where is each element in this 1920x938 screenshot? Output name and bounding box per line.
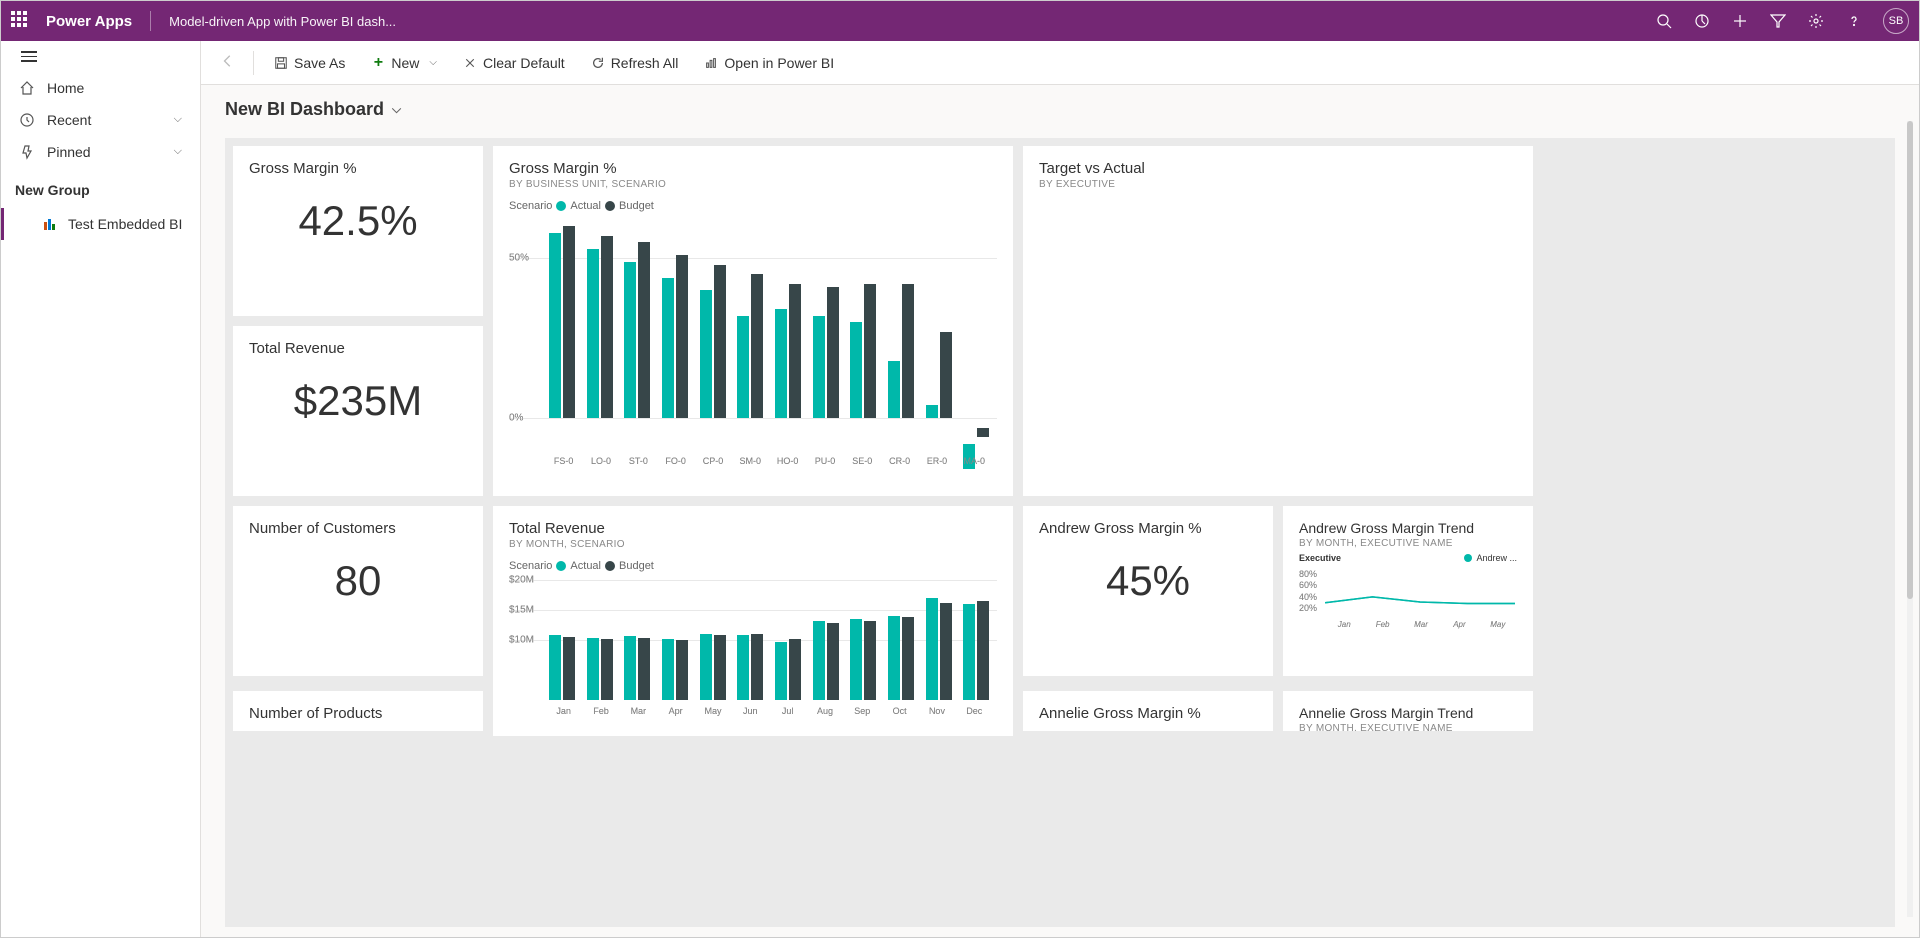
card-andrew-gross-margin[interactable]: Andrew Gross Margin % 45% [1023, 506, 1273, 676]
card-title: Total Revenue [249, 340, 467, 357]
grouped-bar-chart: 0%50%FS-0LO-0ST-0FO-0CP-0SM-0HO-0PU-0SE-… [509, 220, 997, 480]
close-icon [463, 56, 477, 70]
card-gross-margin[interactable]: Gross Margin % 42.5% [233, 146, 483, 316]
open-powerbi-button[interactable]: Open in Power BI [694, 49, 844, 77]
chart-legend: Scenario Actual Budget [509, 200, 997, 212]
app-launcher-icon[interactable] [11, 11, 31, 31]
card-title: Gross Margin % [249, 160, 467, 177]
kpi-value: 42.5% [249, 177, 467, 255]
assistant-icon[interactable] [1693, 12, 1711, 30]
search-icon[interactable] [1655, 12, 1673, 30]
sidebar-item-label: Recent [47, 112, 91, 128]
back-button[interactable] [213, 50, 243, 75]
sidebar-item-home[interactable]: Home [1, 72, 200, 104]
add-icon[interactable] [1731, 12, 1749, 30]
card-andrew-trend[interactable]: Andrew Gross Margin Trend BY MONTH, EXEC… [1283, 506, 1533, 676]
kpi-value: 45% [1039, 537, 1257, 615]
chevron-down-icon: ⌵ [429, 57, 437, 68]
card-subtitle: BY EXECUTIVE [1039, 179, 1517, 190]
sidebar-item-label: Test Embedded BI [68, 216, 182, 232]
line-chart: 80%60%40%20%JanFebMarAprMay80%60%40%20%J… [1299, 569, 1517, 629]
card-title: Number of Customers [249, 520, 467, 537]
card-number-of-customers[interactable]: Number of Customers 80 [233, 506, 483, 676]
chart-legend: Executive Andrew ... [1299, 553, 1517, 563]
card-gross-margin-chart[interactable]: Gross Margin % BY BUSINESS UNIT, SCENARI… [493, 146, 1013, 496]
chart-legend: Scenario Actual Budget [509, 560, 997, 572]
dashboard-icon [42, 216, 58, 232]
clear-default-button[interactable]: Clear Default [453, 49, 575, 77]
plus-icon: + [371, 56, 385, 70]
save-icon [274, 56, 288, 70]
card-subtitle: BY BUSINESS UNIT, SCENARIO [509, 179, 997, 190]
main-content: Save As + New ⌵ Clear Default Refresh Al… [201, 41, 1919, 937]
card-target-vs-actual[interactable]: Target vs Actual BY EXECUTIVE [1023, 146, 1533, 496]
sidebar-group-header: New Group [1, 168, 200, 208]
sidebar-toggle[interactable] [1, 41, 200, 72]
dashboard-canvas: Gross Margin % 42.5% Total Revenue $235M… [225, 138, 1895, 927]
card-title: Total Revenue [509, 520, 997, 537]
card-title: Annelie Gross Margin Trend [1299, 705, 1517, 721]
new-button[interactable]: + New ⌵ [361, 49, 447, 77]
card-total-revenue-chart[interactable]: Total Revenue BY MONTH, SCENARIO Scenari… [493, 506, 1013, 736]
card-title: Andrew Gross Margin % [1039, 520, 1257, 537]
app-name-label: Model-driven App with Power BI dash... [169, 14, 396, 29]
help-icon[interactable] [1845, 12, 1863, 30]
grouped-bar-chart: $10M$15M$20MJanFebMarAprMayJunJulAugSepO… [509, 580, 997, 730]
card-subtitle: BY MONTH, EXECUTIVE NAME [1299, 723, 1517, 731]
chevron-down-icon: ⌵ [174, 145, 182, 158]
sidebar-item-test-embedded-bi[interactable]: Test Embedded BI [1, 208, 200, 240]
kpi-value: $235M [249, 357, 467, 435]
settings-icon[interactable] [1807, 12, 1825, 30]
page-title[interactable]: New BI Dashboard ⌵ [201, 85, 1919, 128]
powerbi-icon [704, 56, 718, 70]
card-title: Target vs Actual [1039, 160, 1517, 177]
header-divider [150, 11, 151, 31]
refresh-all-button[interactable]: Refresh All [581, 49, 689, 77]
card-subtitle: BY MONTH, EXECUTIVE NAME [1299, 538, 1517, 549]
card-number-of-products[interactable]: Number of Products [233, 691, 483, 731]
command-bar: Save As + New ⌵ Clear Default Refresh Al… [201, 41, 1919, 85]
brand-label: Power Apps [46, 13, 132, 30]
card-annelie-gross-margin[interactable]: Annelie Gross Margin % [1023, 691, 1273, 731]
legend-swatch-actual [556, 201, 566, 211]
sidebar-item-recent[interactable]: Recent ⌵ [1, 104, 200, 136]
card-total-revenue[interactable]: Total Revenue $235M [233, 326, 483, 496]
kpi-value: 80 [249, 537, 467, 615]
sidebar: Home Recent ⌵ Pinned ⌵ New Group Test Em… [1, 41, 201, 937]
app-header: Power Apps Model-driven App with Power B… [1, 1, 1919, 41]
card-title: Andrew Gross Margin Trend [1299, 520, 1517, 536]
card-title: Gross Margin % [509, 160, 997, 177]
chevron-down-icon: ⌵ [174, 113, 182, 126]
card-annelie-trend[interactable]: Annelie Gross Margin Trend BY MONTH, EXE… [1283, 691, 1533, 731]
card-title: Number of Products [249, 705, 467, 722]
filter-icon[interactable] [1769, 12, 1787, 30]
sidebar-item-pinned[interactable]: Pinned ⌵ [1, 136, 200, 168]
sidebar-item-label: Home [47, 80, 84, 96]
refresh-icon [591, 56, 605, 70]
card-title: Annelie Gross Margin % [1039, 705, 1257, 722]
user-avatar[interactable]: SB [1883, 8, 1909, 34]
card-subtitle: BY MONTH, SCENARIO [509, 539, 997, 550]
chevron-down-icon: ⌵ [392, 102, 401, 117]
legend-swatch-budget [605, 201, 615, 211]
save-as-button[interactable]: Save As [264, 49, 355, 77]
scrollbar[interactable] [1907, 121, 1913, 917]
sidebar-item-label: Pinned [47, 144, 91, 160]
